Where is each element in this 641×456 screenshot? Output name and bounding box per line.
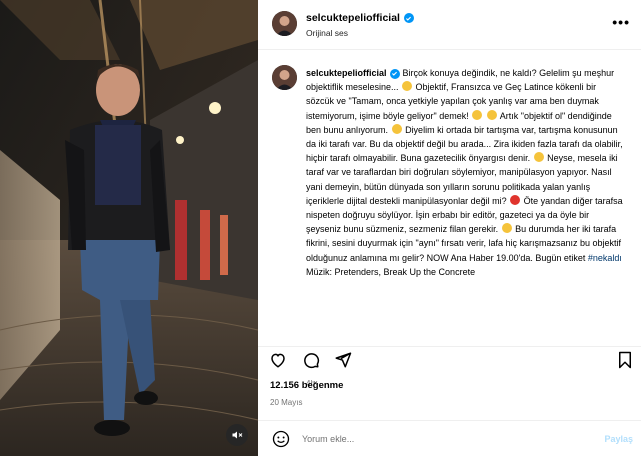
comment-bar: Paylaş	[258, 420, 641, 456]
avatar-image	[272, 65, 297, 90]
save-button[interactable]	[617, 351, 633, 374]
emoji-icon	[472, 109, 483, 120]
verified-icon	[403, 13, 414, 23]
bookmark-icon	[619, 351, 631, 369]
comment-icon	[304, 353, 320, 369]
caption-avatar[interactable]	[272, 65, 297, 90]
caption-body: Birçok konuya değindik, ne kaldı? Geleli…	[306, 68, 623, 277]
share-icon	[335, 352, 352, 368]
caption-username[interactable]: selcuktepeliofficial	[306, 68, 387, 78]
avatar-image	[272, 11, 297, 36]
video-frame	[0, 0, 258, 456]
post-username[interactable]: selcuktepeliofficial	[306, 12, 414, 24]
more-options-button[interactable]: •••	[612, 14, 630, 30]
comment-input[interactable]	[302, 430, 582, 448]
audio-label[interactable]: Orijinal ses	[306, 28, 348, 38]
share-button[interactable]	[334, 351, 352, 374]
emoji-button[interactable]	[272, 430, 290, 453]
post-date: 20 Mayıs	[270, 398, 303, 407]
likes-count[interactable]: 12.156 beğenme	[270, 380, 343, 391]
caption-segment	[483, 111, 486, 121]
like-button[interactable]	[269, 351, 287, 374]
emoji-icon	[501, 223, 512, 234]
emoji-icon	[402, 81, 413, 92]
caption-segment: Müzik: Pretenders, Break Up the Concrete	[306, 266, 476, 277]
emoji-icon	[510, 194, 521, 205]
verified-icon	[389, 68, 400, 79]
post-details-panel: selcuktepeliofficial Orijinal ses ••• se…	[258, 0, 641, 456]
avatar[interactable]	[272, 11, 297, 36]
post-media-video[interactable]	[0, 0, 258, 456]
post-comment-button[interactable]: Paylaş	[604, 434, 633, 444]
emoji-icon	[391, 123, 402, 134]
emoji-icon	[486, 109, 497, 120]
action-bar	[258, 346, 641, 372]
hashtag-link[interactable]: #nekaldı	[588, 253, 622, 263]
mute-icon	[232, 431, 243, 439]
username-label[interactable]: selcuktepeliofficial	[306, 12, 400, 24]
post-header: selcuktepeliofficial Orijinal ses •••	[258, 0, 641, 50]
caption-section: selcuktepeliofficial Birçok konuya değind…	[258, 57, 641, 388]
caption-text: selcuktepeliofficial Birçok konuya değind…	[306, 66, 626, 279]
mute-button[interactable]	[226, 424, 248, 446]
comment-button[interactable]	[302, 351, 320, 374]
heart-icon	[271, 353, 285, 368]
emoji-icon	[533, 152, 544, 163]
emoji-icon	[272, 430, 290, 448]
